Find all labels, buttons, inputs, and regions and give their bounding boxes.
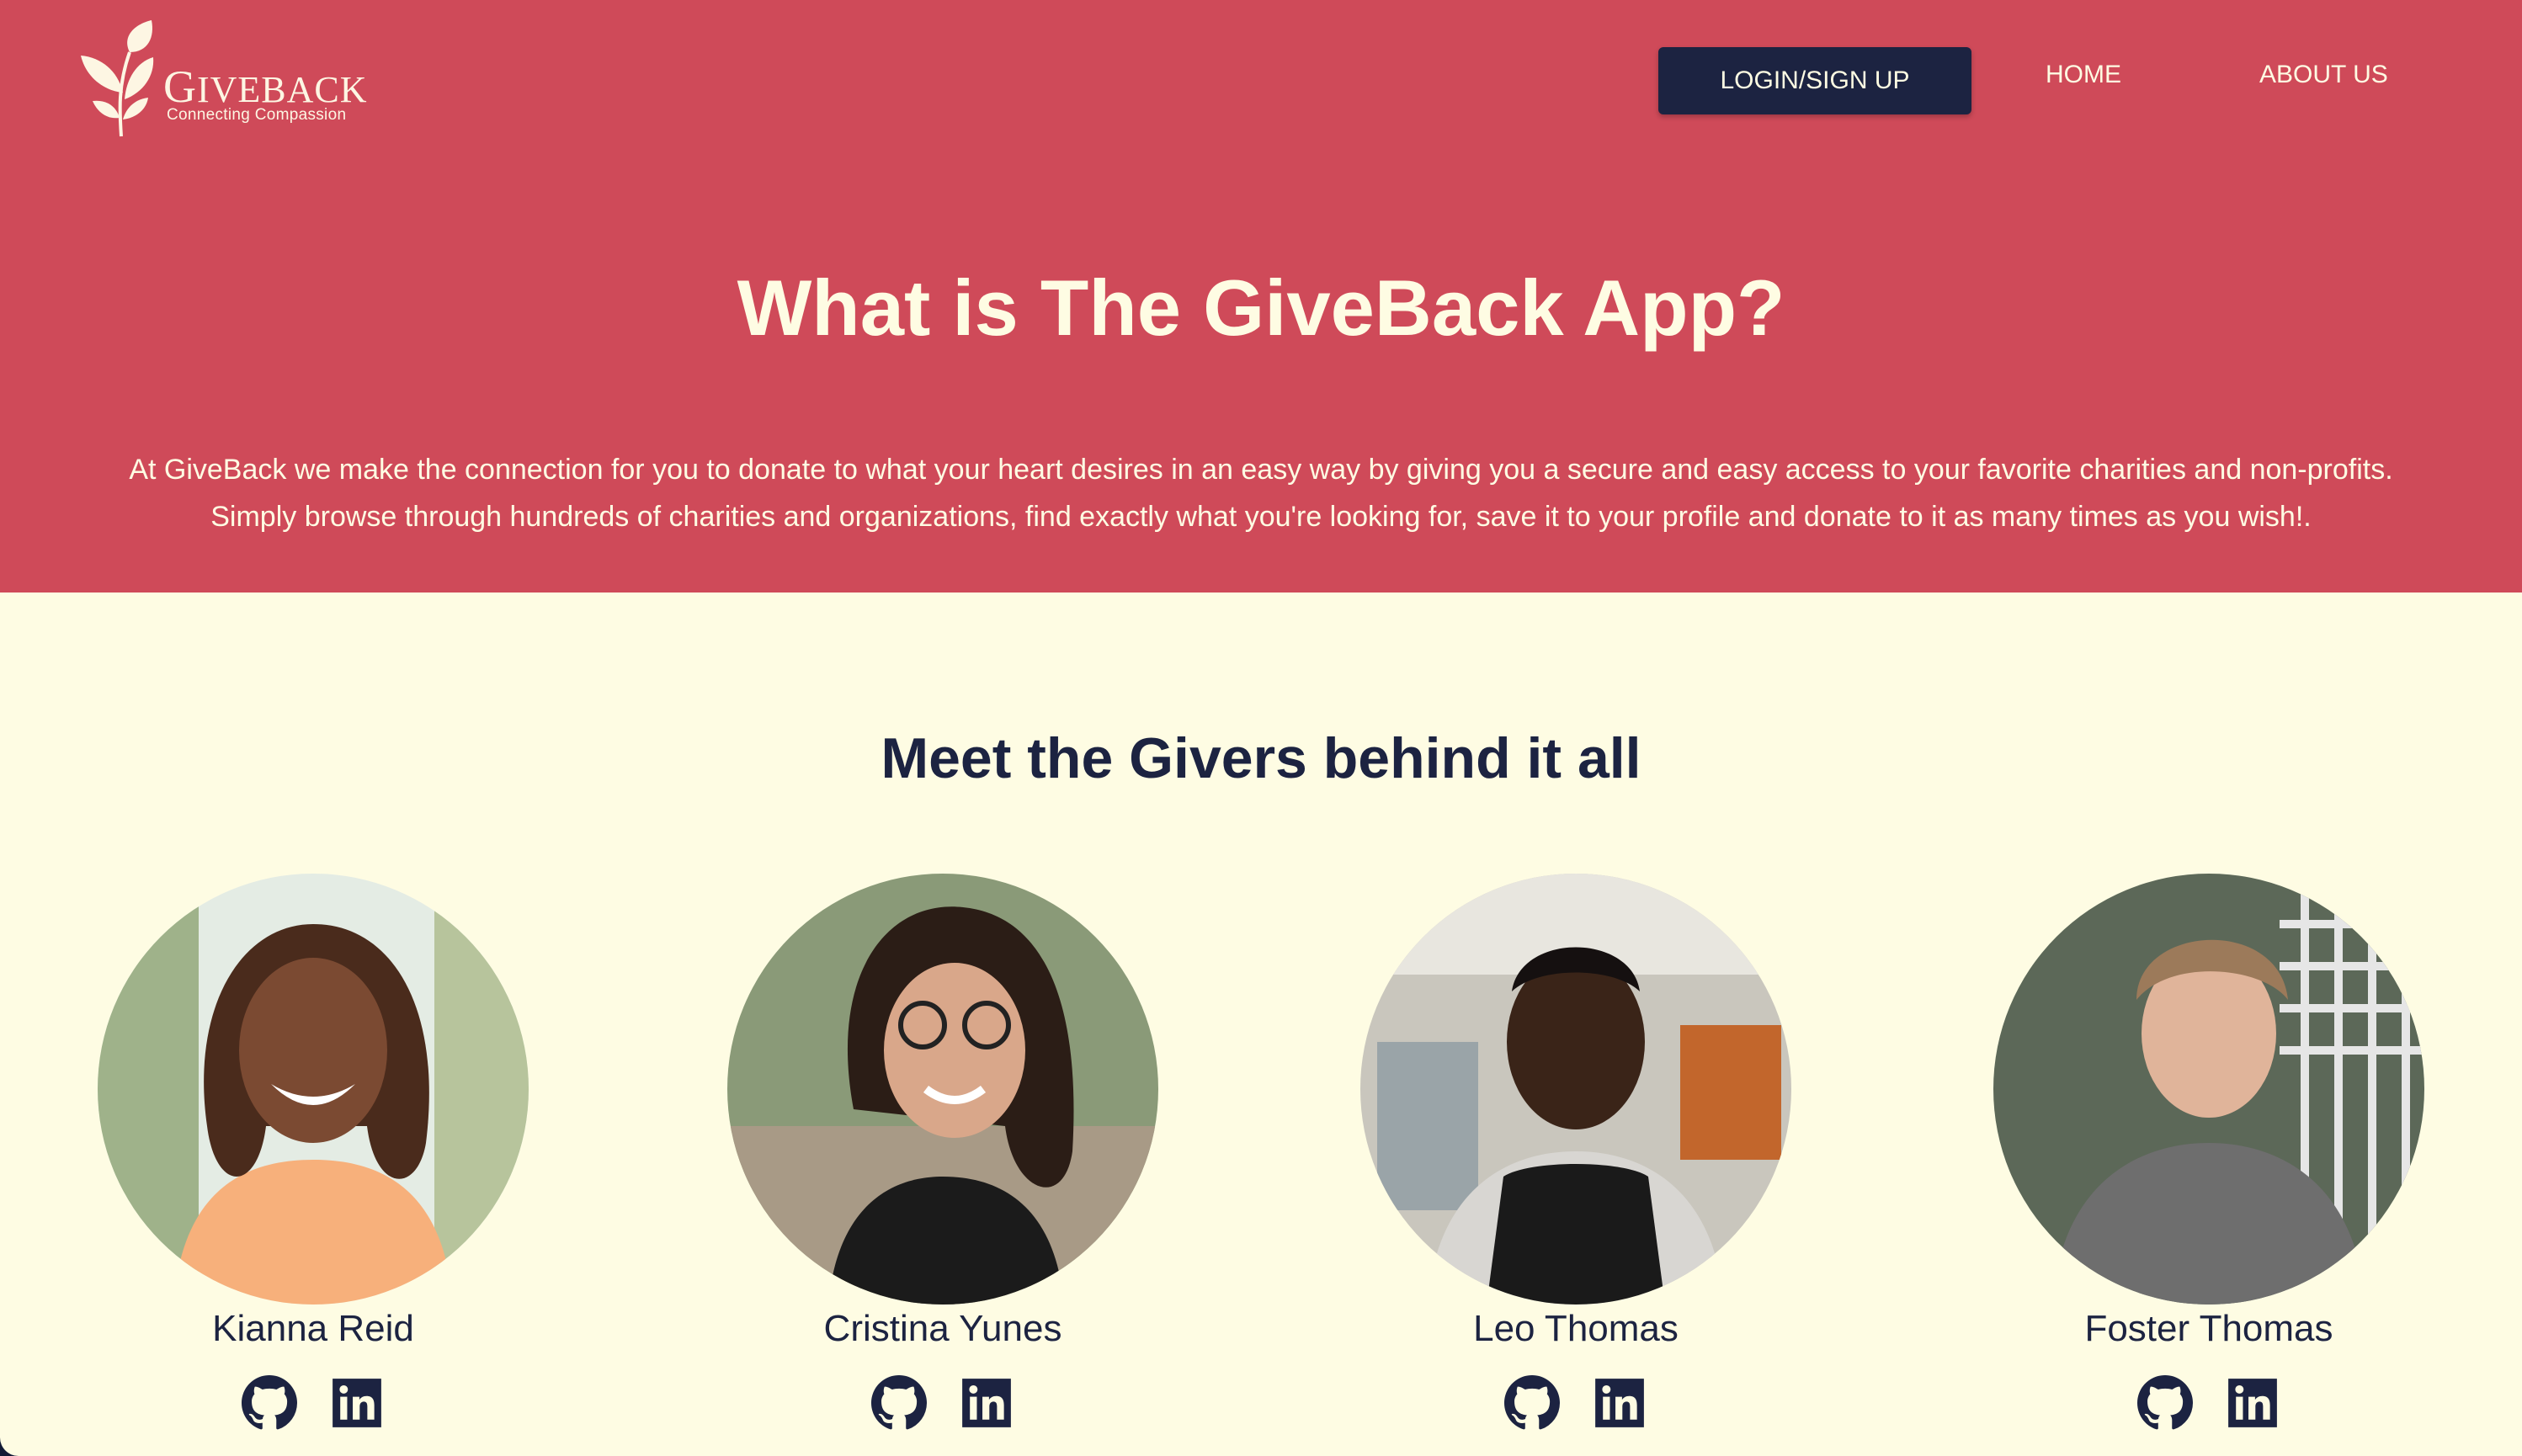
team-member-card: Kianna Reid (98, 874, 529, 1454)
team-member-card: Leo Thomas (1360, 874, 1791, 1454)
hero-description-line-1: At GiveBack we make the connection for y… (129, 454, 2393, 486)
logo[interactable]: GIVEBACK Connecting Compassion (71, 19, 374, 145)
github-icon[interactable] (871, 1375, 927, 1431)
hero-description-line-2: Simply browse through hundreds of charit… (210, 501, 2312, 533)
social-links (727, 1375, 1158, 1431)
github-icon[interactable] (242, 1375, 297, 1431)
nav-about-link[interactable]: ABOUT US (2259, 61, 2388, 89)
team-section-title: Meet the Givers behind it all (881, 726, 1641, 790)
linkedin-icon[interactable] (1592, 1375, 1647, 1431)
nav-home-link[interactable]: HOME (2046, 61, 2121, 89)
avatar (98, 874, 529, 1305)
linkedin-icon[interactable] (329, 1375, 385, 1431)
github-icon[interactable] (2137, 1375, 2193, 1431)
leaf-logo-icon (81, 20, 154, 137)
avatar (727, 874, 1158, 1305)
linkedin-icon[interactable] (2225, 1375, 2280, 1431)
github-icon[interactable] (1504, 1375, 1560, 1431)
member-name: Kianna Reid (212, 1308, 414, 1349)
team-member-card: Cristina Yunes (727, 874, 1158, 1454)
avatar (1360, 874, 1791, 1305)
social-links (1993, 1375, 2424, 1431)
member-name: Foster Thomas (2084, 1308, 2333, 1349)
social-links (1360, 1375, 1791, 1431)
brand-rest: IVEBACK (197, 69, 368, 110)
brand-name: GIVEBACK (163, 61, 368, 113)
avatar (1993, 874, 2424, 1305)
login-signup-button[interactable]: LOGIN/SIGN UP (1658, 47, 1971, 114)
linkedin-icon[interactable] (959, 1375, 1014, 1431)
member-name: Cristina Yunes (823, 1308, 1062, 1349)
hero-section: GIVEBACK Connecting Compassion LOGIN/SIG… (0, 0, 2522, 592)
hero-title: What is The GiveBack App? (737, 263, 1785, 352)
brand-tagline: Connecting Compassion (167, 106, 347, 124)
team-member-card: Foster Thomas (1993, 874, 2424, 1454)
brand-initial: G (163, 61, 197, 112)
member-name: Leo Thomas (1473, 1308, 1679, 1349)
hero-description: At GiveBack we make the connection for y… (0, 446, 2522, 540)
page: GIVEBACK Connecting Compassion LOGIN/SIG… (0, 0, 2522, 1456)
social-links (98, 1375, 529, 1431)
